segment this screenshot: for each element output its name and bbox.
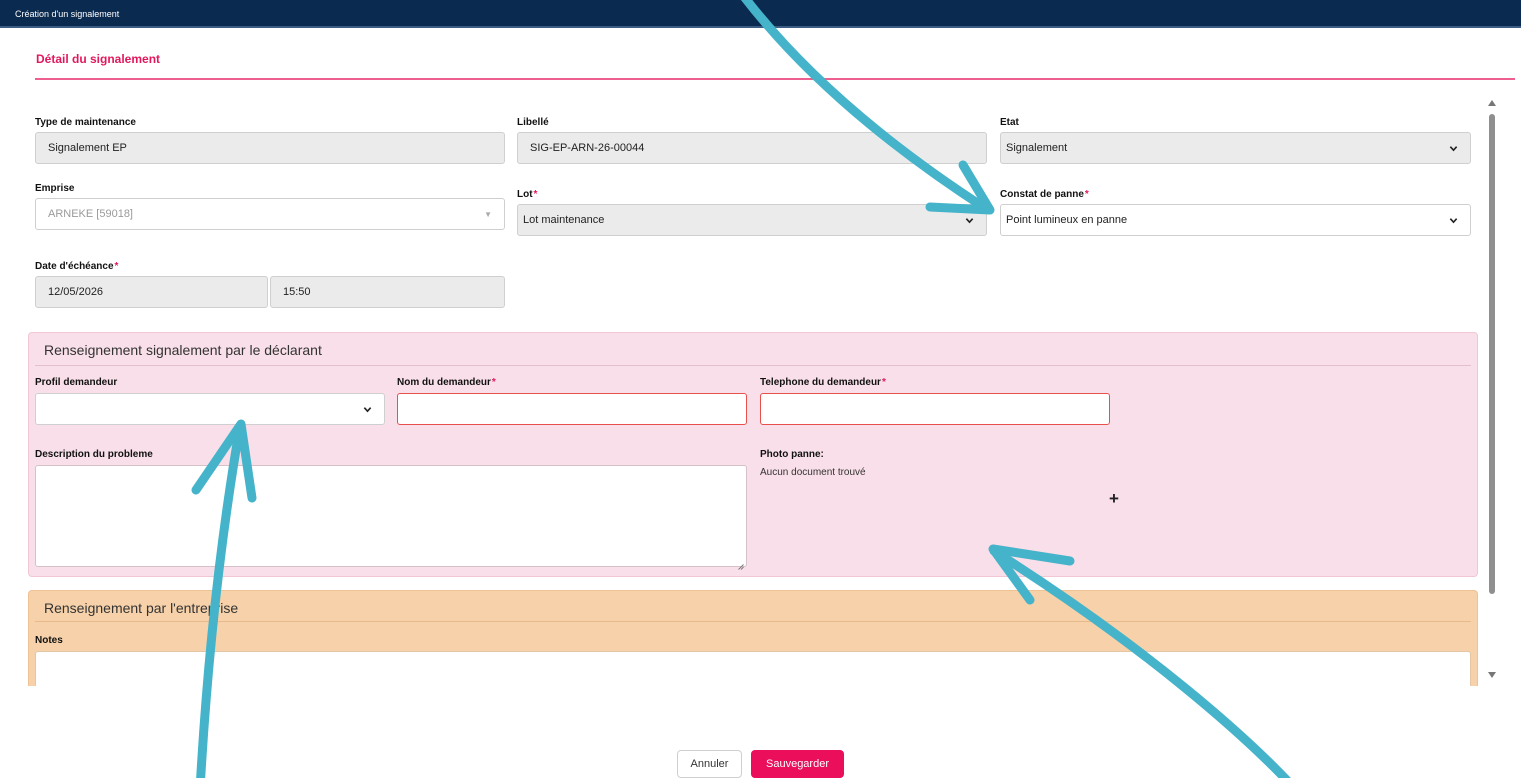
etat-select[interactable]: Signalement — [1000, 132, 1471, 164]
libelle-value: SIG-EP-ARN-26-00044 — [530, 142, 645, 154]
etat-label: Etat — [1000, 117, 1019, 128]
chevron-down-icon — [1449, 144, 1458, 153]
libelle-field: SIG-EP-ARN-26-00044 — [517, 132, 987, 164]
declarant-panel-title: Renseignement signalement par le déclara… — [44, 342, 322, 358]
profil-label: Profil demandeur — [35, 377, 118, 388]
type-maintenance-value: Signalement EP — [48, 142, 127, 154]
type-maintenance-label: Type de maintenance — [35, 117, 136, 128]
chevron-down-icon — [965, 216, 974, 225]
resize-grip-icon[interactable] — [737, 557, 744, 570]
telephone-input[interactable] — [760, 393, 1110, 425]
emprise-label: Emprise — [35, 183, 75, 194]
date-echeance-label: Date d'échéance* — [35, 261, 119, 272]
entreprise-panel-title: Renseignement par l'entreprise — [44, 600, 239, 616]
chevron-down-icon — [363, 405, 372, 414]
caret-down-icon: ▼ — [484, 209, 492, 219]
date-input[interactable]: 12/05/2026 — [35, 276, 268, 308]
profil-select[interactable] — [35, 393, 385, 425]
date-value: 12/05/2026 — [48, 286, 104, 298]
emprise-select[interactable]: ARNEKE [59018] ▼ — [35, 198, 505, 230]
photo-label: Photo panne: — [760, 449, 824, 460]
notes-label: Notes — [35, 635, 63, 646]
window-titlebar: Création d'un signalement — [0, 0, 1521, 28]
description-label: Description du probleme — [35, 449, 153, 460]
scroll-down-icon[interactable] — [1488, 672, 1496, 678]
entreprise-panel-divider — [35, 621, 1471, 622]
nom-label: Nom du demandeur* — [397, 377, 496, 388]
add-photo-button[interactable]: + — [1106, 490, 1122, 507]
lot-select[interactable]: Lot maintenance — [517, 204, 987, 236]
section-divider — [35, 78, 1515, 80]
time-value: 15:50 — [283, 286, 311, 298]
description-textarea[interactable] — [35, 465, 747, 570]
lot-value: Lot maintenance — [523, 214, 605, 226]
declarant-panel-divider — [35, 365, 1471, 366]
constat-label: Constat de panne* — [1000, 189, 1089, 200]
constat-value: Point lumineux en panne — [1006, 214, 1128, 226]
window-title: Création d'un signalement — [15, 9, 120, 19]
emprise-value: ARNEKE [59018] — [48, 208, 133, 220]
constat-select[interactable]: Point lumineux en panne — [1000, 204, 1471, 236]
type-maintenance-field: Signalement EP — [35, 132, 505, 164]
telephone-label: Telephone du demandeur* — [760, 377, 886, 388]
scroll-up-icon[interactable] — [1488, 100, 1496, 106]
annotation-arrow-constat — [740, 0, 990, 213]
cancel-button[interactable]: Annuler — [677, 750, 742, 778]
lot-label: Lot* — [517, 189, 538, 200]
chevron-down-icon — [1449, 216, 1458, 225]
nom-input[interactable] — [397, 393, 747, 425]
save-button[interactable]: Sauvegarder — [751, 750, 844, 778]
time-input[interactable]: 15:50 — [270, 276, 505, 308]
libelle-label: Libellé — [517, 117, 549, 128]
etat-value: Signalement — [1006, 142, 1068, 154]
content-scrollbar[interactable] — [1484, 96, 1502, 686]
scroll-thumb[interactable] — [1489, 114, 1495, 594]
section-title: Détail du signalement — [36, 52, 161, 66]
photo-empty-text: Aucun document trouvé — [760, 467, 866, 478]
